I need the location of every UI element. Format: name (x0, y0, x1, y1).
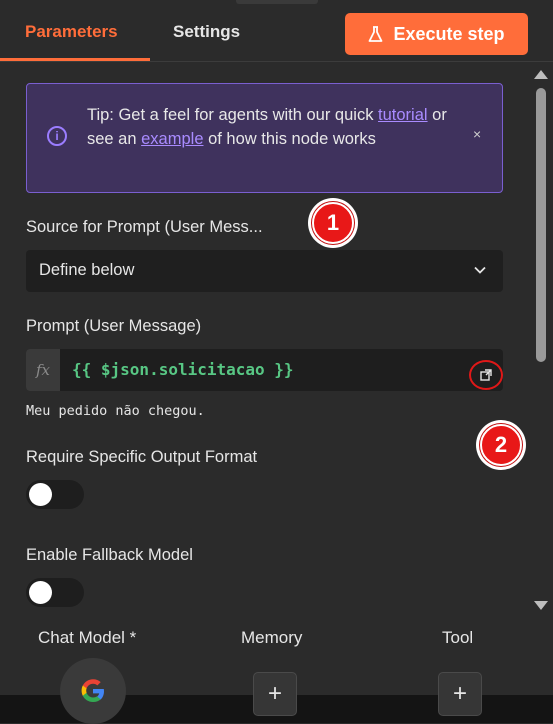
memory-label: Memory (241, 628, 303, 647)
close-tip-icon[interactable]: × (473, 126, 481, 142)
tip-callout: i Tip: Get a feel for agents with our qu… (26, 83, 503, 193)
scroll-up-arrow-icon[interactable] (534, 70, 548, 79)
annotation-badge-2-number: 2 (480, 424, 522, 466)
annotation-badge-2: 2 (476, 420, 526, 470)
source-prompt-value: Define below (39, 261, 135, 279)
output-format-label: Require Specific Output Format (26, 448, 258, 466)
tutorial-link[interactable]: tutorial (378, 106, 428, 124)
toggle-knob (29, 483, 52, 506)
fallback-model-toggle[interactable] (26, 578, 84, 607)
toggle-knob (29, 581, 52, 604)
example-link[interactable]: example (141, 130, 203, 148)
header-divider (0, 61, 553, 62)
flask-icon (369, 25, 383, 42)
add-memory-button[interactable]: + (253, 672, 297, 716)
execute-step-button[interactable]: Execute step (345, 13, 528, 55)
open-editor-icon (480, 369, 492, 381)
info-icon: i (47, 126, 67, 146)
fx-icon: fx (26, 349, 60, 391)
fallback-model-label: Enable Fallback Model (26, 546, 193, 564)
prompt-expression[interactable]: {{ $json.solicitacao }} (72, 360, 294, 379)
scrollbar-thumb[interactable] (536, 88, 546, 362)
chat-model-node[interactable] (60, 658, 126, 724)
expression-preview: Meu pedido não chegou. (26, 403, 205, 419)
drag-handle[interactable] (236, 0, 318, 4)
prompt-expression-field[interactable]: fx {{ $json.solicitacao }} (26, 349, 503, 391)
scroll-down-arrow-icon[interactable] (534, 601, 548, 610)
output-format-toggle[interactable] (26, 480, 84, 509)
panel-header: Parameters Settings Execute step (0, 0, 553, 62)
tool-label: Tool (442, 628, 474, 647)
chat-model-label: Chat Model * (38, 628, 137, 647)
chevron-down-icon (474, 266, 486, 274)
tip-text-suffix: of how this node works (203, 130, 376, 148)
execute-step-label: Execute step (393, 23, 505, 44)
tab-parameters[interactable]: Parameters (25, 22, 118, 42)
add-tool-button[interactable]: + (438, 672, 482, 716)
tip-text: Tip: Get a feel for agents with our quic… (87, 103, 457, 151)
tab-settings[interactable]: Settings (173, 22, 240, 42)
prompt-label: Prompt (User Message) (26, 317, 202, 335)
expand-editor-button[interactable] (469, 360, 503, 390)
tip-text-prefix: Tip: Get a feel for agents with our quic… (87, 106, 379, 124)
annotation-badge-1: 1 (308, 198, 358, 248)
annotation-badge-1-number: 1 (312, 202, 354, 244)
source-prompt-select[interactable]: Define below (26, 250, 503, 292)
google-icon (81, 679, 104, 702)
source-prompt-label: Source for Prompt (User Mess... (26, 218, 263, 236)
